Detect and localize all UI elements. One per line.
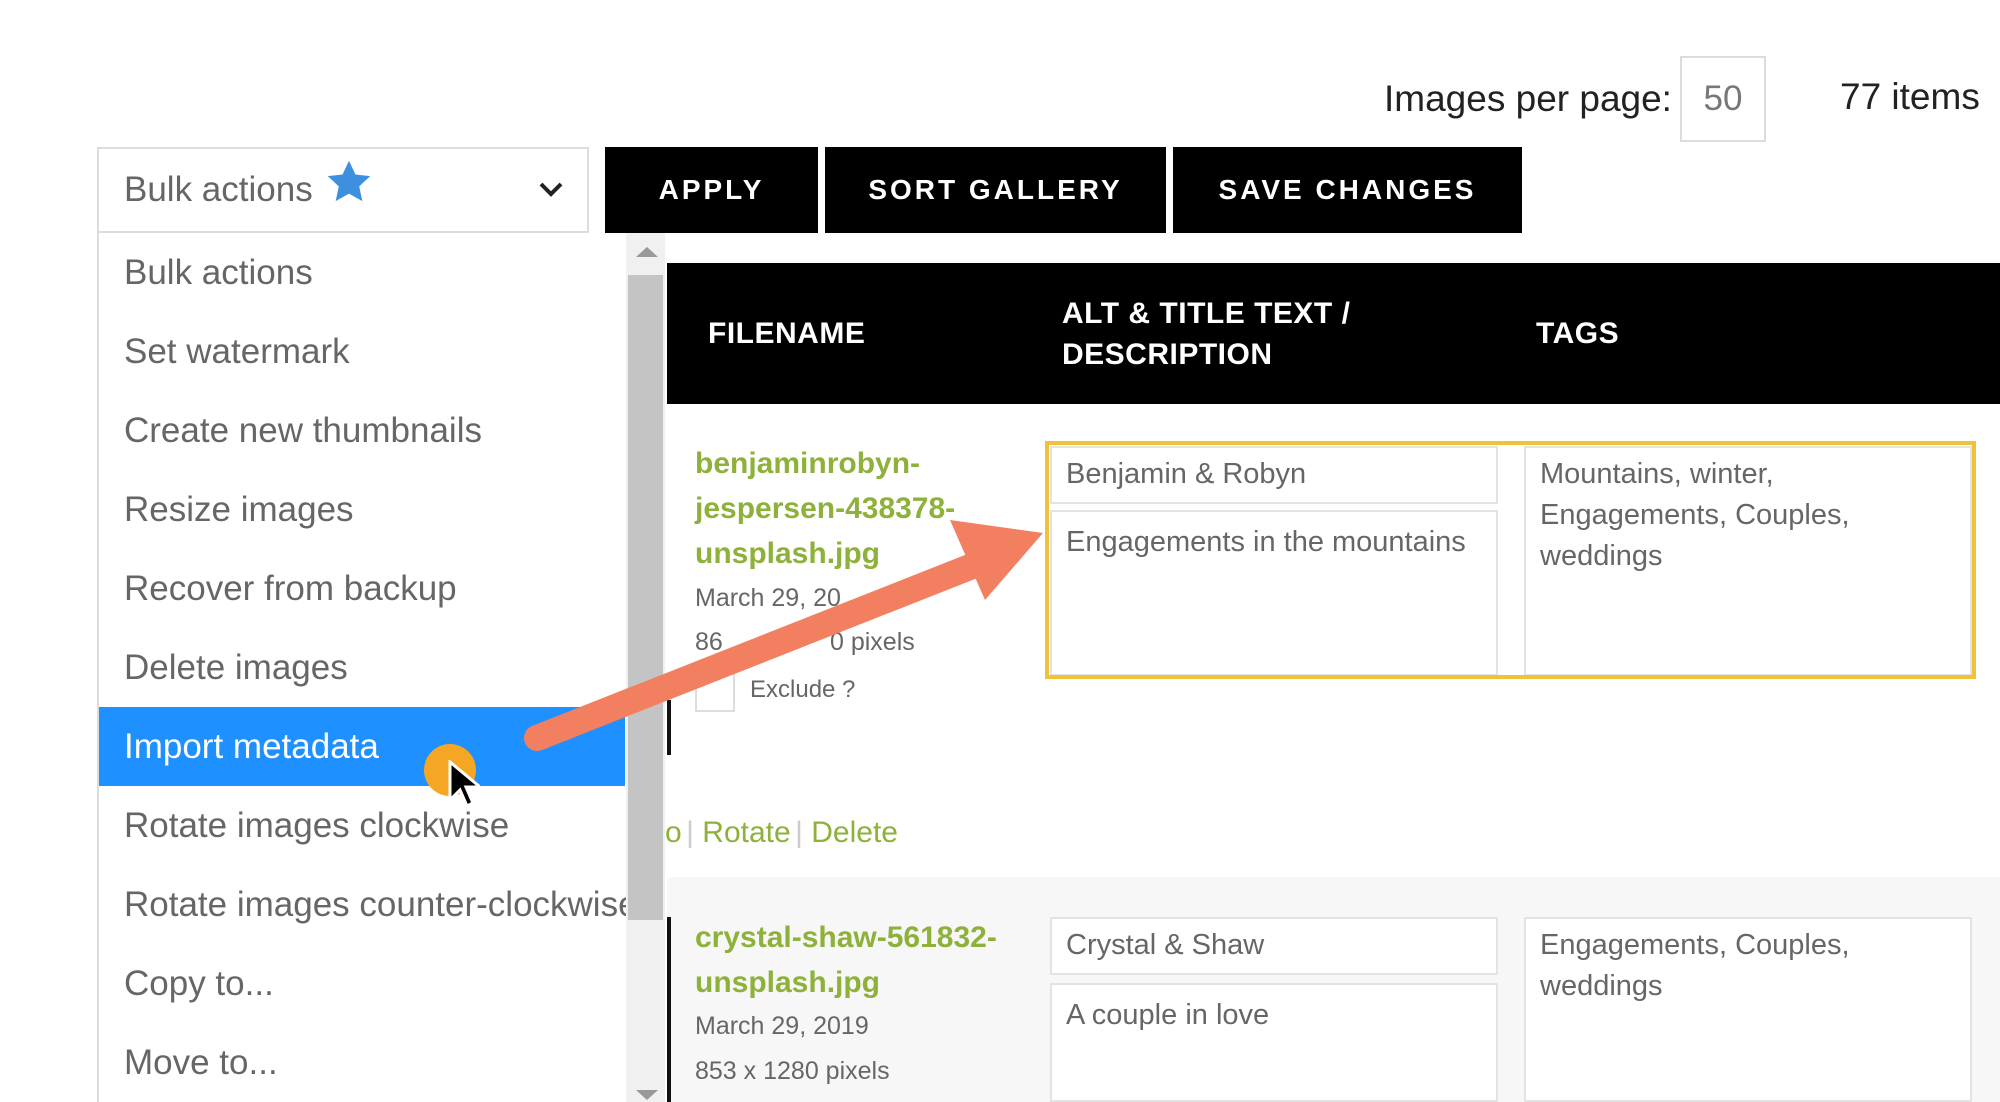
separator: | — [795, 816, 812, 849]
star-icon — [323, 157, 375, 212]
bulk-actions-dropdown: Bulk actions Set watermark Create new th… — [97, 233, 665, 1102]
dropdown-item-rotate-counter-clockwise[interactable]: Rotate images counter-clockwise — [99, 865, 639, 944]
filename-link[interactable]: benjaminrobyn- jespersen-438378- unsplas… — [695, 441, 955, 576]
scroll-up-icon[interactable] — [634, 245, 660, 264]
dropdown-item-resize-images[interactable]: Resize images — [99, 470, 625, 549]
dropdown-item-create-thumbnails[interactable]: Create new thumbnails — [99, 391, 625, 470]
dropdown-item-bulk-actions[interactable]: Bulk actions — [99, 233, 625, 312]
bulk-actions-select[interactable]: Bulk actions — [97, 147, 589, 233]
dropdown-item-delete-images[interactable]: Delete images — [99, 628, 625, 707]
table-header: FILENAME ALT & TITLE TEXT / DESCRIPTION … — [667, 263, 2000, 404]
filename-line: benjaminrobyn- — [695, 447, 921, 480]
row-actions: o | Rotate | Delete — [665, 816, 898, 850]
delete-link[interactable]: Delete — [811, 816, 898, 849]
header-filename: FILENAME — [708, 317, 866, 350]
action-link[interactable]: o — [665, 816, 682, 849]
images-per-page-input[interactable]: 50 — [1680, 56, 1766, 142]
exclude-checkbox[interactable] — [695, 672, 735, 712]
highlight-box — [1045, 441, 1976, 679]
header-tags: TAGS — [1536, 317, 1620, 350]
filename-line: unsplash.jpg — [695, 537, 881, 570]
dropdown-item-import-metadata[interactable]: Import metadata — [99, 707, 625, 786]
upload-date: March 29, 2019 — [695, 1012, 869, 1040]
bulk-actions-label: Bulk actions — [124, 170, 313, 209]
scrollbar-thumb[interactable] — [628, 275, 663, 920]
filename-line: crystal-shaw-561832- — [695, 921, 997, 954]
exclude-label: Exclude ? — [750, 676, 856, 703]
dimensions-prefix: 86 — [695, 628, 723, 656]
dropdown-item-copy-to[interactable]: Copy to... — [99, 944, 625, 1023]
dropdown-item-recover-backup[interactable]: Recover from backup — [99, 549, 625, 628]
chevron-down-icon — [537, 179, 565, 204]
upload-date: March 29, 20 — [695, 584, 841, 612]
dimensions: 0 pixels — [830, 628, 915, 656]
rotate-link[interactable]: Rotate — [702, 816, 790, 849]
dimensions: 853 x 1280 pixels — [695, 1057, 890, 1085]
dropdown-item-move-to[interactable]: Move to... — [99, 1023, 625, 1102]
dropdown-item-rotate-clockwise[interactable]: Rotate images clockwise — [99, 786, 625, 865]
thumbnail-edge — [667, 700, 671, 755]
scroll-down-icon[interactable] — [634, 1088, 660, 1102]
mouse-pointer-icon — [448, 758, 485, 815]
header-alt-title: ALT & TITLE TEXT / DESCRIPTION — [1062, 293, 1362, 375]
alt-title-input[interactable]: Crystal & Shaw — [1050, 917, 1498, 975]
filename-link[interactable]: crystal-shaw-561832- unsplash.jpg — [695, 915, 997, 1005]
tags-textarea[interactable]: Engagements, Couples, weddings — [1524, 917, 1972, 1102]
header-alt-line2: DESCRIPTION — [1062, 338, 1273, 371]
filename-line: jespersen-438378- — [695, 492, 956, 525]
thumbnail-edge — [667, 917, 671, 1102]
dropdown-item-set-watermark[interactable]: Set watermark — [99, 312, 625, 391]
sort-gallery-button[interactable]: SORT GALLERY — [825, 147, 1166, 233]
description-textarea[interactable]: A couple in love — [1050, 983, 1498, 1102]
separator: | — [686, 816, 703, 849]
images-per-page-label: Images per page: — [1384, 78, 1672, 119]
apply-button[interactable]: APPLY — [605, 147, 818, 233]
header-alt-line1: ALT & TITLE TEXT / — [1062, 297, 1351, 330]
items-count: 77 items — [1840, 76, 1980, 117]
filename-line: unsplash.jpg — [695, 966, 881, 999]
save-changes-button[interactable]: SAVE CHANGES — [1173, 147, 1522, 233]
